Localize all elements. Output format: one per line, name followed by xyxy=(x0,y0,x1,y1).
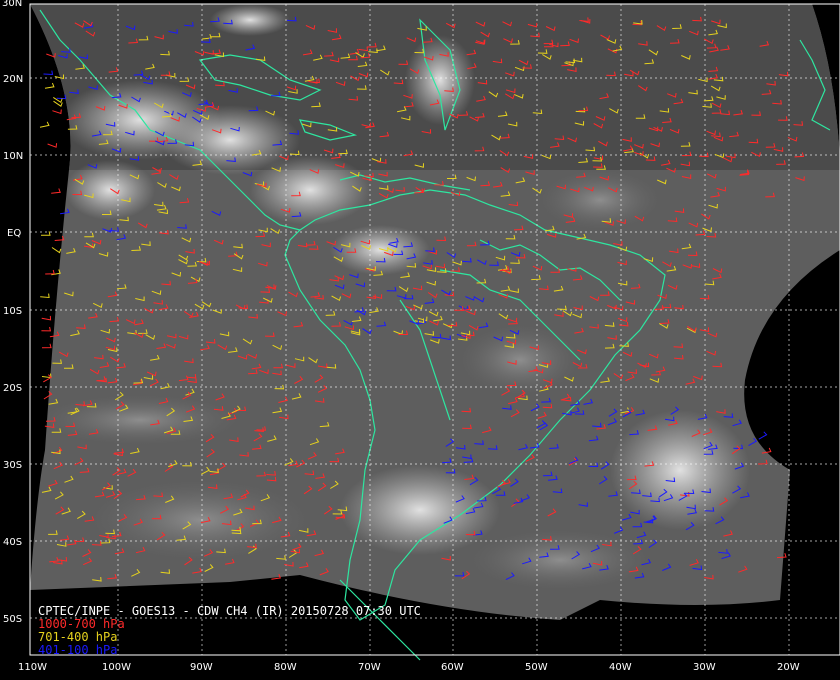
lat-label-10n: 10N xyxy=(3,151,23,162)
product-title: CPTEC/INPE - GOES13 - CDW CH4 (IR) 20150… xyxy=(38,604,421,618)
lon-label-70w: 70W xyxy=(358,662,381,673)
lat-label-40s: 40S xyxy=(3,537,22,548)
lat-label-30n: 30N xyxy=(2,0,22,9)
lon-label-50w: 50W xyxy=(525,662,548,673)
lon-label-110w: 110W xyxy=(18,662,47,673)
lat-label-10s: 10S xyxy=(3,306,22,317)
legend-high-level: 401-100 hPa xyxy=(38,643,118,657)
lat-label-20n: 20N xyxy=(3,74,23,85)
lon-label-30w: 30W xyxy=(693,662,716,673)
lat-label-30s: 30S xyxy=(3,460,22,471)
lon-label-80w: 80W xyxy=(274,662,297,673)
lon-label-20w: 20W xyxy=(777,662,800,673)
lon-label-90w: 90W xyxy=(190,662,213,673)
lon-label-60w: 60W xyxy=(441,662,464,673)
lon-label-100w: 100W xyxy=(102,662,131,673)
satellite-wind-map: 30N 20N 10N EQ 10S 20S 30S 40S 50S 110W … xyxy=(0,0,840,680)
lon-label-40w: 40W xyxy=(609,662,632,673)
legend-low-level: 1000-700 hPa xyxy=(38,617,125,631)
lat-label-eq: EQ xyxy=(7,228,21,239)
legend-mid-level: 701-400 hPa xyxy=(38,630,118,644)
lat-label-20s: 20S xyxy=(3,383,22,394)
ir-imagery xyxy=(30,4,840,620)
lat-label-50s: 50S xyxy=(3,614,22,625)
